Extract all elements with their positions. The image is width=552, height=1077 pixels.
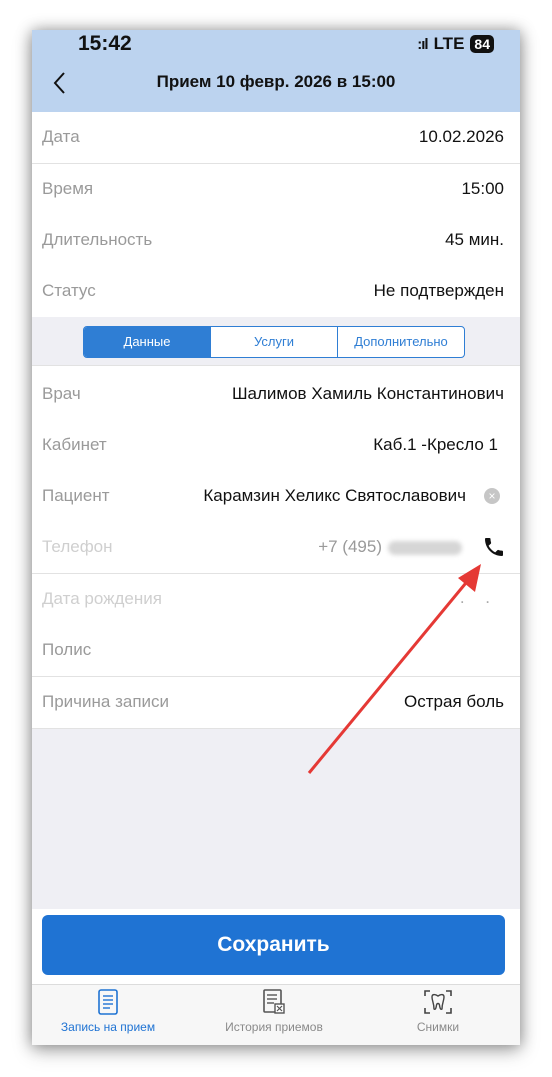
- phone-number-text: +7 (495): [318, 537, 382, 556]
- doctor-label: Врач: [42, 384, 81, 403]
- duration-label: Длительность: [42, 230, 153, 249]
- duration-value[interactable]: 45 мин.: [445, 230, 504, 250]
- tabbar-item-images[interactable]: Снимки: [358, 989, 518, 1034]
- cabinet-value: Каб.1 -Кресло 1: [373, 435, 498, 454]
- status-indicators: :ıl LTE 84: [417, 34, 494, 54]
- document-icon: [98, 989, 118, 1015]
- segmented-control: Данные Услуги Дополнительно: [83, 326, 465, 358]
- tab-services[interactable]: Услуги: [211, 327, 338, 357]
- cabinet-row[interactable]: Кабинет Каб.1 -Кресло 1: [32, 420, 520, 472]
- status-row: Статус Не подтвержден: [32, 266, 520, 318]
- birthdate-label: Дата рождения: [42, 589, 162, 608]
- cabinet-label: Кабинет: [42, 435, 107, 454]
- phone-screen: 15:42 :ıl LTE 84 Прием 10 февр. 2026 в 1…: [32, 30, 520, 1045]
- policy-row[interactable]: Полис: [32, 625, 520, 677]
- network-label: LTE: [433, 34, 465, 53]
- tabbar-item-appointment[interactable]: Запись на прием: [32, 989, 188, 1034]
- phone-value: +7 (495): [318, 537, 462, 557]
- status-time: 15:42: [78, 32, 132, 55]
- doctor-row[interactable]: Врач Шалимов Хамиль Константинович: [32, 369, 520, 421]
- clear-icon[interactable]: ×: [484, 488, 500, 504]
- history-icon: [263, 989, 285, 1014]
- birthdate-value: . .: [459, 588, 498, 607]
- tooth-icon: [424, 990, 452, 1014]
- patient-label: Пациент: [42, 486, 110, 505]
- phone-blurred-digits: [388, 540, 462, 555]
- time-label: Время: [42, 179, 94, 198]
- reason-row[interactable]: Причина записи Острая боль: [32, 677, 520, 729]
- reason-value: Острая боль: [404, 692, 504, 711]
- tab-additional[interactable]: Дополнительно: [338, 327, 464, 357]
- time-value[interactable]: 15:00: [461, 179, 504, 199]
- phone-row: Телефон +7 (495): [32, 522, 520, 574]
- tabbar-label-appointment: Запись на прием: [60, 1020, 156, 1034]
- tabbar-label-images: Снимки: [416, 1020, 460, 1034]
- phone-label: Телефон: [42, 537, 113, 556]
- time-row: Время 15:00: [32, 164, 520, 216]
- save-button[interactable]: Сохранить: [42, 915, 505, 975]
- tabbar-label-history: История приемов: [225, 1020, 323, 1034]
- policy-label: Полис: [42, 640, 92, 659]
- nav-header: 15:42 :ıl LTE 84 Прием 10 февр. 2026 в 1…: [32, 30, 520, 112]
- date-label: Дата: [42, 127, 80, 146]
- duration-row: Длительность 45 мин.: [32, 215, 520, 267]
- status-label: Статус: [42, 281, 96, 300]
- tab-bar: Запись на прием История приемов Снимки: [32, 984, 520, 1045]
- reason-label: Причина записи: [42, 692, 170, 711]
- patient-row[interactable]: Пациент Карамзин Хеликс Святославович ×: [32, 471, 520, 523]
- battery-icon: 84: [470, 35, 494, 53]
- status-value[interactable]: Не подтвержден: [374, 281, 504, 301]
- segmented-control-area: Данные Услуги Дополнительно: [32, 317, 520, 366]
- tab-data[interactable]: Данные: [84, 327, 211, 357]
- page-title: Прием 10 февр. 2026 в 15:00: [156, 72, 396, 91]
- patient-value: Карамзин Хеликс Святославович: [203, 486, 466, 505]
- tabbar-item-history[interactable]: История приемов: [194, 989, 354, 1034]
- empty-area: [32, 729, 520, 909]
- date-value[interactable]: 10.02.2026: [419, 127, 504, 147]
- phone-call-icon[interactable]: [482, 535, 506, 559]
- birthdate-row[interactable]: Дата рождения . .: [32, 574, 520, 626]
- signal-icon: :ıl: [417, 35, 428, 53]
- date-row: Дата 10.02.2026: [32, 112, 520, 164]
- doctor-value: Шалимов Хамиль Константинович: [231, 384, 504, 403]
